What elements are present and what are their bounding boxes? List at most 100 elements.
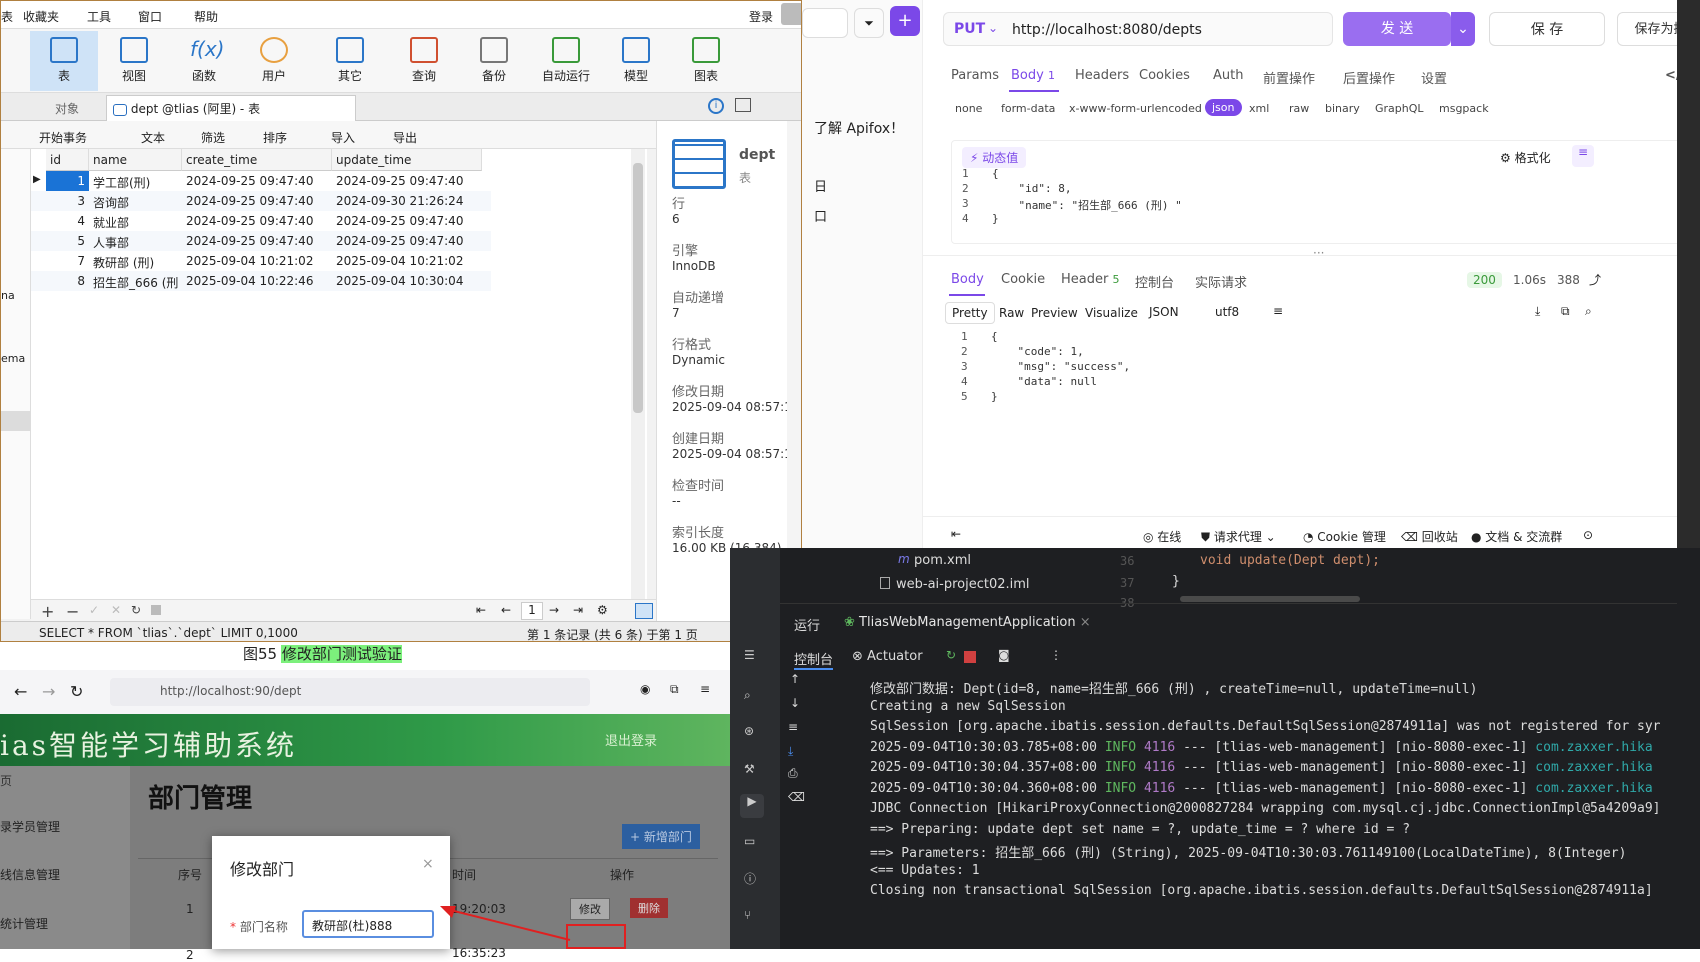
- share-icon[interactable]: ⤴: [1589, 271, 1601, 288]
- learn-apifox-link[interactable]: 了解 Apifox！: [814, 118, 904, 138]
- table-cell[interactable]: 4: [46, 211, 89, 233]
- url-input[interactable]: http://localhost:8080/depts: [1012, 22, 1202, 38]
- grid-scrollbar[interactable]: [631, 149, 645, 599]
- print-icon[interactable]: ⎙: [788, 766, 798, 781]
- footer-online[interactable]: ◎ 在线: [1143, 528, 1181, 545]
- table-cell[interactable]: 2024-09-25 09:47:40: [332, 211, 482, 233]
- login-link[interactable]: 登录: [749, 8, 773, 25]
- search-icon[interactable]: ⌕: [1585, 304, 1592, 319]
- account-icon[interactable]: ◉: [640, 682, 650, 696]
- table-cell[interactable]: 2024-09-25 09:47:40: [182, 231, 332, 253]
- file-pom[interactable]: pom.xml: [914, 553, 971, 568]
- trash-icon[interactable]: ⌫: [788, 790, 805, 804]
- add-icon[interactable]: +: [890, 6, 920, 36]
- grid-scroll-thumb[interactable]: [633, 163, 643, 413]
- rerun-icon[interactable]: ↻: [946, 648, 956, 662]
- toolbar-query-button[interactable]: 查询: [390, 31, 458, 91]
- settings-icon[interactable]: ⚙: [597, 603, 608, 617]
- tab-body[interactable]: Body 1: [1011, 68, 1055, 83]
- begin-transaction-button[interactable]: 开始事务: [39, 129, 87, 146]
- format-button[interactable]: ⚙ 格式化: [1500, 149, 1551, 166]
- toolbar-model-button[interactable]: 模型: [602, 31, 670, 91]
- col-header-update-time[interactable]: update_time: [332, 149, 482, 171]
- table-cell[interactable]: 2024-09-30 21:26:24: [332, 191, 482, 213]
- address-bar[interactable]: http://localhost:90/dept: [110, 678, 590, 706]
- h-scrollbar[interactable]: [1180, 596, 1360, 602]
- table-cell[interactable]: 就业部: [89, 211, 182, 233]
- menu-window[interactable]: 窗口: [138, 8, 162, 25]
- camera-icon[interactable]: ◙: [998, 648, 1010, 662]
- text-button[interactable]: 文本: [141, 129, 165, 146]
- apply-icon[interactable]: ✓: [89, 603, 99, 617]
- build-icon[interactable]: ⚒: [744, 762, 755, 776]
- run-icon[interactable]: ▶: [740, 794, 764, 818]
- more-icon[interactable]: ⋮: [1050, 648, 1062, 662]
- table-row[interactable]: 4 就业部 2024-09-25 09:47:40 2024-09-25 09:47:…: [31, 211, 491, 231]
- file-iml[interactable]: web-ai-project02.iml: [896, 577, 1030, 592]
- table-cell[interactable]: 8: [46, 271, 89, 293]
- tab-params[interactable]: Params: [951, 68, 999, 83]
- resize-handle[interactable]: ···: [1313, 246, 1324, 260]
- reload-icon[interactable]: ↻: [70, 682, 83, 701]
- resp-tab-console[interactable]: 控制台: [1135, 272, 1174, 291]
- url-bar[interactable]: PUT ⌄ http://localhost:8080/depts: [943, 12, 1333, 46]
- search-icon[interactable]: ⌕: [744, 688, 751, 703]
- col-header-name[interactable]: name: [89, 149, 182, 171]
- body-type-raw[interactable]: raw: [1289, 102, 1309, 115]
- body-type-binary[interactable]: binary: [1325, 102, 1360, 115]
- table-row[interactable]: 5 人事部 2024-09-25 09:47:40 2024-09-25 09:47:…: [31, 231, 491, 251]
- cancel-icon[interactable]: ✕: [111, 603, 121, 617]
- body-type-msgpack[interactable]: msgpack: [1439, 102, 1489, 115]
- table-cell[interactable]: 咨询部: [89, 191, 182, 213]
- table-cell[interactable]: 2025-09-04 10:22:46: [182, 271, 332, 293]
- table-row[interactable]: 3 咨询部 2024-09-25 09:47:40 2024-09-30 21:26:…: [31, 191, 491, 211]
- dept-name-input[interactable]: 教研部(杜)888: [302, 910, 434, 938]
- toolbar-view-button[interactable]: 视图: [100, 31, 168, 91]
- resp-tab-cookie[interactable]: Cookie: [1001, 272, 1045, 287]
- table-row[interactable]: ▶ 1 学工部(刑) 2024-09-25 09:47:40 2024-09-25 09…: [31, 171, 491, 193]
- avatar[interactable]: [781, 3, 801, 25]
- services-icon[interactable]: ⊛: [744, 724, 754, 738]
- toolbar-function-button[interactable]: f(x) 函数: [170, 31, 238, 91]
- tab-cookies[interactable]: Cookies: [1139, 68, 1190, 83]
- problems-icon[interactable]: ⓘ: [744, 870, 756, 887]
- toolbar-other-button[interactable]: 其它: [316, 31, 384, 91]
- tab-post[interactable]: 后置操作: [1343, 68, 1395, 87]
- prev-page-icon[interactable]: ←: [501, 603, 511, 617]
- format-select[interactable]: JSON: [1149, 305, 1179, 319]
- sidebar-item-students[interactable]: 录学员管理: [0, 818, 60, 835]
- logout-link[interactable]: 退出登录: [605, 730, 657, 749]
- down-icon[interactable]: ↓: [790, 696, 800, 710]
- view-preview[interactable]: Preview: [1031, 306, 1078, 320]
- table-row[interactable]: 7 教研部 (刑) 2025-09-04 10:21:02 2025-09-04 10…: [31, 251, 491, 271]
- body-type-GraphQL[interactable]: GraphQL: [1375, 102, 1424, 115]
- resp-tab-header[interactable]: Header 5: [1061, 272, 1119, 287]
- wrap-icon[interactable]: ≡: [788, 720, 798, 734]
- copy-icon[interactable]: ⧉: [1561, 304, 1570, 319]
- encoding-select[interactable]: utf8: [1215, 305, 1239, 319]
- wrap-lines-icon[interactable]: ≡: [1273, 304, 1283, 318]
- request-body-editor[interactable]: ⚡ 动态值 ⚙ 格式化 ≡ 1 {2 "id": 8, 3 "name": "招生部…: [951, 140, 1700, 244]
- send-button[interactable]: 发 送: [1343, 12, 1451, 46]
- toolbar-backup-button[interactable]: 备份: [460, 31, 528, 91]
- forward-icon[interactable]: →: [42, 682, 55, 701]
- table-cell[interactable]: 1: [46, 171, 89, 193]
- menu-table[interactable]: 表: [1, 8, 13, 25]
- up-icon[interactable]: ↑: [790, 672, 800, 686]
- delete-row-icon[interactable]: −: [66, 602, 79, 621]
- send-dropdown[interactable]: ⌄: [1451, 12, 1475, 46]
- menu-icon[interactable]: ≡: [700, 682, 710, 696]
- last-page-icon[interactable]: ⇥: [573, 603, 583, 617]
- view-raw[interactable]: Raw: [999, 306, 1024, 320]
- table-cell[interactable]: 人事部: [89, 231, 182, 253]
- table-cell[interactable]: 2024-09-25 09:47:40: [182, 171, 332, 193]
- body-type-none[interactable]: none: [955, 102, 982, 115]
- table-cell[interactable]: 5: [46, 231, 89, 253]
- table-cell[interactable]: 2025-09-04 10:21:02: [182, 251, 332, 273]
- search-box[interactable]: [802, 8, 848, 38]
- toolbar-user-button[interactable]: 用户: [240, 31, 308, 91]
- table-cell[interactable]: 2024-09-25 09:47:40: [332, 171, 482, 193]
- collapse-icon[interactable]: ⇤: [951, 527, 961, 541]
- footer-cookie[interactable]: ◔ Cookie 管理: [1303, 528, 1386, 545]
- col-header-create-time[interactable]: create_time: [182, 149, 332, 171]
